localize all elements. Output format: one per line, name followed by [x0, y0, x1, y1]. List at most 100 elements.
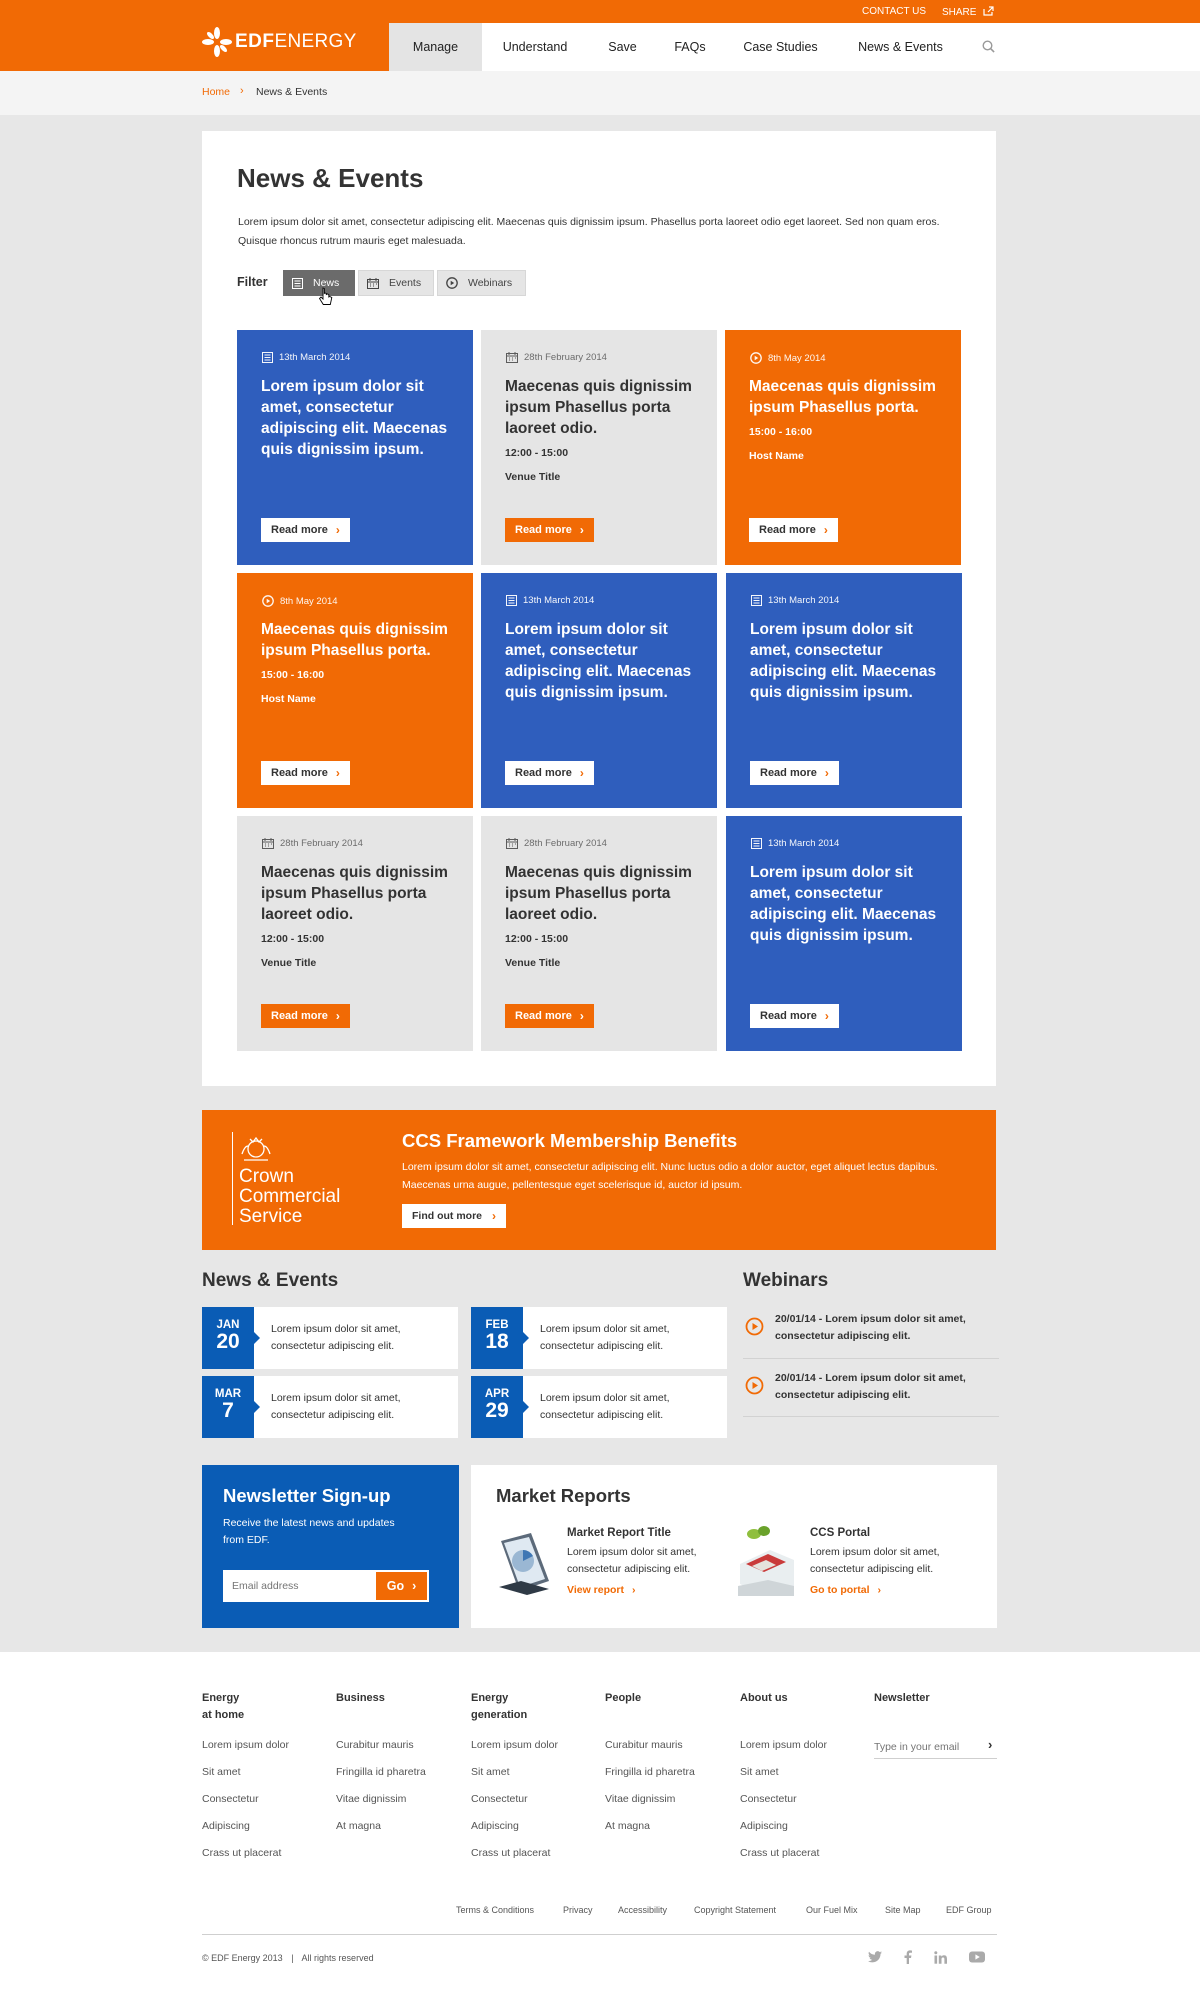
- webinar-item[interactable]: 20/01/14 - Lorem ipsum dolor sit amet, c…: [743, 1370, 999, 1417]
- webinar-text-line-2: consectetur adipiscing elit.: [775, 1389, 911, 1401]
- event-text-line-1: Lorem ipsum dolor sit amet,: [271, 1392, 401, 1404]
- filter-events-button[interactable]: Events: [358, 270, 434, 296]
- news-card[interactable]: 8th May 2014 Maecenas quis dignissim ips…: [237, 573, 473, 808]
- breadcrumb-separator: ›: [240, 85, 244, 97]
- news-card[interactable]: 13th March 2014 Lorem ipsum dolor sit am…: [481, 573, 717, 808]
- footer-bottom-link[interactable]: Our Fuel Mix: [806, 1905, 858, 1915]
- footer-divider: [202, 1934, 997, 1935]
- news-card[interactable]: 13th March 2014 Lorem ipsum dolor sit am…: [726, 816, 962, 1051]
- footer-link[interactable]: Vitae dignissim: [605, 1793, 675, 1805]
- twitter-icon[interactable]: [868, 1951, 882, 1966]
- footer-bottom-link[interactable]: Privacy: [563, 1905, 593, 1915]
- search-button[interactable]: [982, 40, 995, 56]
- footer-link[interactable]: Crass ut placerat: [202, 1847, 281, 1859]
- footer-link[interactable]: Consectetur: [471, 1793, 528, 1805]
- footer-bottom-link[interactable]: Copyright Statement: [694, 1905, 776, 1915]
- event-date-badge: APR 29: [471, 1376, 529, 1438]
- footer-bottom-link[interactable]: EDF Group: [946, 1905, 992, 1915]
- footer-link[interactable]: Consectetur: [740, 1793, 797, 1805]
- footer-link[interactable]: At magna: [605, 1820, 650, 1832]
- footer-link[interactable]: Fringilla id pharetra: [336, 1766, 426, 1778]
- read-more-button[interactable]: Read more ›: [505, 761, 594, 785]
- read-more-button[interactable]: Read more ›: [749, 518, 838, 542]
- read-more-button[interactable]: Read more ›: [750, 761, 839, 785]
- footer-link[interactable]: Lorem ipsum dolor: [471, 1739, 558, 1751]
- email-address-input[interactable]: [223, 1570, 376, 1602]
- footer-link[interactable]: Crass ut placerat: [471, 1847, 550, 1859]
- footer-link[interactable]: Adipiscing: [740, 1820, 788, 1832]
- webinar-item[interactable]: 20/01/14 - Lorem ipsum dolor sit amet, c…: [743, 1311, 999, 1359]
- facebook-icon[interactable]: [904, 1950, 912, 1967]
- card-body: Lorem ipsum dolor sit amet, consectetur …: [261, 376, 455, 460]
- footer-link[interactable]: Lorem ipsum dolor: [740, 1739, 827, 1751]
- breadcrumb-home[interactable]: Home: [202, 86, 230, 98]
- footer-heading-line-2: at home: [202, 1709, 245, 1721]
- chevron-right-icon: ›: [579, 1009, 584, 1023]
- card-time: 12:00 - 15:00: [261, 933, 325, 945]
- news-card[interactable]: 13th March 2014 Lorem ipsum dolor sit am…: [237, 330, 473, 565]
- footer-heading-line-1: Business: [336, 1692, 385, 1704]
- chevron-right-icon: ›: [824, 766, 829, 780]
- card-title: Maecenas quis dignissim ipsum Phasellus …: [505, 378, 692, 437]
- footer-bottom-link[interactable]: Terms & Conditions: [456, 1905, 534, 1915]
- event-list-item[interactable]: MAR 7 Lorem ipsum dolor sit amet, consec…: [202, 1376, 458, 1438]
- read-more-button[interactable]: Read more ›: [505, 518, 594, 542]
- event-list-item[interactable]: JAN 20 Lorem ipsum dolor sit amet, conse…: [202, 1307, 458, 1369]
- card-date-text: 8th May 2014: [768, 352, 826, 364]
- edf-energy-logo[interactable]: edf ENERGY: [202, 22, 357, 62]
- footer-link[interactable]: Sit amet: [471, 1766, 510, 1778]
- nav-case-studies[interactable]: Case Studies: [723, 23, 838, 71]
- share-link[interactable]: SHARE: [942, 6, 994, 18]
- footer-bottom-link[interactable]: Site Map: [885, 1905, 921, 1915]
- read-more-button[interactable]: Read more ›: [261, 518, 350, 542]
- card-date-text: 28th February 2014: [524, 352, 607, 363]
- find-out-more-button[interactable]: Find out more ›: [402, 1204, 506, 1228]
- nav-news-events[interactable]: News & Events: [838, 23, 963, 71]
- chevron-right-icon: ›: [335, 766, 340, 780]
- footer-link[interactable]: At magna: [336, 1820, 381, 1832]
- play-circle-icon: [745, 1376, 764, 1401]
- newsletter-go-button[interactable]: Go ›: [376, 1570, 429, 1602]
- search-icon: [982, 40, 995, 53]
- contact-us-link[interactable]: CONTACT US: [862, 6, 926, 17]
- news-card[interactable]: 13th March 2014 Lorem ipsum dolor sit am…: [726, 573, 962, 808]
- filter-webinars-button[interactable]: Webinars: [437, 270, 526, 296]
- footer-link[interactable]: Fringilla id pharetra: [605, 1766, 695, 1778]
- footer-link[interactable]: Vitae dignissim: [336, 1793, 406, 1805]
- footer-link[interactable]: Curabitur mauris: [605, 1739, 683, 1751]
- event-list-item[interactable]: APR 29 Lorem ipsum dolor sit amet, conse…: [471, 1376, 727, 1438]
- footer-link[interactable]: Curabitur mauris: [336, 1739, 414, 1751]
- youtube-icon[interactable]: [969, 1951, 985, 1966]
- news-card[interactable]: 8th May 2014 Maecenas quis dignissim ips…: [725, 330, 961, 565]
- nav-save[interactable]: Save: [588, 23, 657, 71]
- read-more-button[interactable]: Read more ›: [505, 1004, 594, 1028]
- copyright-separator: |: [291, 1953, 294, 1963]
- footer-link[interactable]: Crass ut placerat: [740, 1847, 819, 1859]
- view-report-link[interactable]: View report ›: [567, 1584, 636, 1596]
- read-more-button[interactable]: Read more ›: [261, 761, 350, 785]
- footer-email-input[interactable]: [874, 1735, 997, 1759]
- read-more-label: Read more: [271, 524, 328, 536]
- nav-understand[interactable]: Understand: [482, 23, 588, 71]
- footer-email-submit-icon[interactable]: ›: [988, 1737, 992, 1752]
- read-more-button[interactable]: Read more ›: [261, 1004, 350, 1028]
- read-more-button[interactable]: Read more ›: [750, 1004, 839, 1028]
- news-events-heading: News & Events: [202, 1270, 339, 1291]
- nav-faqs[interactable]: FAQs: [657, 23, 723, 71]
- footer-link[interactable]: Adipiscing: [202, 1820, 250, 1832]
- linkedin-icon[interactable]: [934, 1950, 947, 1967]
- footer-bottom-link[interactable]: Accessibility: [618, 1905, 667, 1915]
- footer-link[interactable]: Sit amet: [202, 1766, 241, 1778]
- footer-link[interactable]: Sit amet: [740, 1766, 779, 1778]
- news-card[interactable]: 28th February 2014 Maecenas quis digniss…: [481, 816, 717, 1051]
- footer-link[interactable]: Adipiscing: [471, 1820, 519, 1832]
- news-card[interactable]: 28th February 2014 Maecenas quis digniss…: [237, 816, 473, 1051]
- go-to-portal-link[interactable]: Go to portal ›: [810, 1584, 881, 1596]
- news-card[interactable]: 28th February 2014 Maecenas quis digniss…: [481, 330, 717, 565]
- ccs-logo-line-1: Crown: [239, 1166, 294, 1187]
- nav-manage[interactable]: Manage: [389, 23, 482, 71]
- event-list-item[interactable]: FEB 18 Lorem ipsum dolor sit amet, conse…: [471, 1307, 727, 1369]
- card-time: 15:00 - 16:00: [261, 669, 325, 681]
- footer-link[interactable]: Lorem ipsum dolor: [202, 1739, 289, 1751]
- footer-link[interactable]: Consectetur: [202, 1793, 259, 1805]
